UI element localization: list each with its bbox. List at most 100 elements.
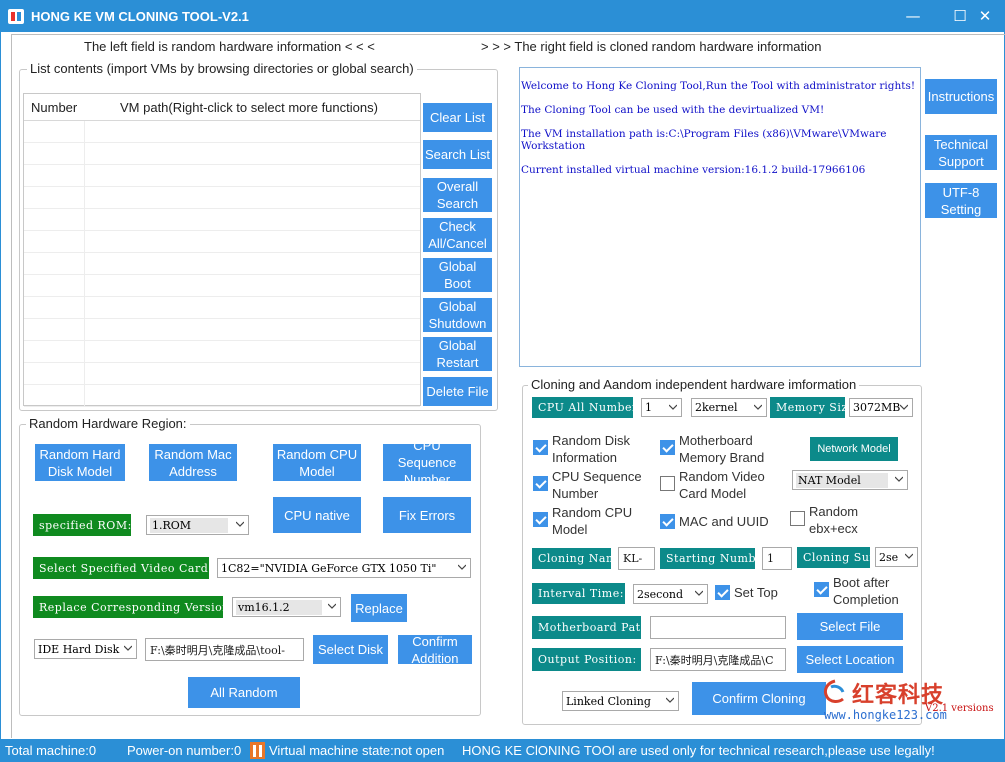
checkbox-unchecked-icon — [660, 476, 675, 491]
delete-file-button[interactable]: Delete File — [423, 377, 492, 406]
checkbox-label: Motherboard Memory Brand — [679, 433, 765, 465]
global-restart-button[interactable]: Global Restart — [423, 337, 492, 371]
clone-mode-select[interactable]: Linked Cloning — [562, 691, 679, 711]
video-card-select[interactable]: 1C82="NVIDIA GeForce GTX 1050 Ti" — [217, 558, 471, 578]
random-disk-info-checkbox[interactable]: Random Disk Information — [533, 432, 651, 466]
column-vm-path[interactable]: VM path(Right-click to select more funct… — [120, 100, 378, 115]
select-disk-button[interactable]: Select Disk — [313, 635, 388, 664]
cpu-sequence-checkbox[interactable]: CPU Sequence Number — [533, 468, 651, 502]
checkbox-label: Random CPU Model — [552, 505, 633, 537]
confirm-cloning-button[interactable]: Confirm Cloning — [692, 682, 826, 715]
vm-list-table[interactable]: Number VM path(Right-click to select mor… — [23, 93, 421, 407]
mac-uuid-checkbox[interactable]: MAC and UUID — [660, 513, 785, 530]
select-location-button[interactable]: Select Location — [797, 646, 903, 673]
power-on-status: Power-on number:0 — [127, 743, 242, 758]
motherboard-path-input[interactable] — [650, 616, 786, 639]
cloning-name-label: Cloning Name — [532, 548, 623, 569]
technical-support-button[interactable]: Technical Support — [925, 135, 997, 170]
kernel-select[interactable]: 2kernel — [691, 398, 767, 417]
utf8-setting-button[interactable]: UTF-8 Setting — [925, 183, 997, 218]
output-position-label: Output Position: — [532, 648, 641, 671]
column-number[interactable]: Number — [31, 100, 77, 115]
disk-type-select[interactable]: IDE Hard Disk — [34, 639, 137, 659]
chevron-down-icon — [900, 404, 908, 410]
cpu-count-value: 1 — [645, 401, 652, 414]
random-cpu-model-checkbox[interactable]: Random CPU Model — [533, 504, 651, 538]
right-field-note: > > > The right field is cloned random h… — [481, 39, 822, 54]
table-row — [24, 231, 420, 253]
set-top-checkbox[interactable]: Set Top — [715, 584, 795, 601]
disk-path-input[interactable]: F:\秦时明月\克隆成品\tool- — [145, 638, 304, 661]
table-row — [24, 341, 420, 363]
list-contents-label: List contents (import VMs by browsing di… — [27, 61, 417, 76]
overall-search-button[interactable]: Overall Search — [423, 178, 492, 212]
brand-watermark: 红客科技 www.hongke123.com V2.1 versions — [819, 677, 1005, 737]
check-all-cancel-button[interactable]: Check All/Cancel — [423, 218, 492, 252]
random-hard-disk-button[interactable]: Random Hard Disk Model — [35, 444, 125, 481]
cpu-sequence-button[interactable]: CPU Sequence Number — [383, 438, 471, 487]
cloning-sum-label: Cloning Sum — [797, 547, 880, 568]
clone-mode-value: Linked Cloning — [566, 694, 651, 708]
minimize-button[interactable]: — — [898, 5, 928, 27]
memory-select[interactable]: 3072MB — [849, 398, 913, 417]
version-note: V2.1 versions — [925, 703, 994, 714]
checkbox-checked-icon — [660, 514, 675, 529]
log-panel[interactable]: Welcome to Hong Ke Cloning Tool,Run the … — [519, 67, 921, 367]
random-ebx-ecx-checkbox[interactable]: Random ebx+ecx — [790, 503, 870, 537]
pause-icon — [250, 742, 265, 759]
cpu-count-select[interactable]: 1 — [641, 398, 682, 417]
random-video-card-checkbox[interactable]: Random Video Card Model — [660, 468, 778, 502]
checkbox-label: Random ebx+ecx — [809, 504, 859, 536]
table-row — [24, 121, 420, 143]
table-row — [24, 297, 420, 319]
motherboard-path-label: Motherboard Path: — [532, 616, 652, 639]
search-list-button[interactable]: Search List — [423, 140, 492, 169]
global-shutdown-button[interactable]: Global Shutdown — [423, 298, 492, 332]
replace-button[interactable]: Replace — [351, 594, 407, 622]
cloning-sum-value: 2se — [879, 550, 899, 564]
log-line: The VM installation path is:C:\Program F… — [521, 128, 887, 152]
chevron-down-icon — [895, 476, 903, 482]
network-model-button[interactable]: Network Model — [810, 437, 898, 461]
interval-value: 2second — [637, 587, 684, 601]
boot-after-completion-checkbox[interactable]: Boot after Completion — [814, 574, 914, 608]
close-button[interactable]: ✕ — [970, 5, 1000, 27]
checkbox-label: CPU Sequence Number — [552, 469, 642, 501]
checkbox-checked-icon — [533, 512, 548, 527]
confirm-addition-button[interactable]: Confirm Addition — [398, 634, 472, 666]
motherboard-memory-brand-checkbox[interactable]: Motherboard Memory Brand — [660, 432, 778, 466]
random-mac-button[interactable]: Random Mac Address — [149, 444, 237, 481]
interval-select[interactable]: 2second — [633, 584, 708, 604]
kernel-value: 2kernel — [695, 401, 738, 414]
version-select[interactable]: vm16.1.2 — [232, 597, 341, 617]
left-field-note: The left field is random hardware inform… — [84, 39, 375, 54]
clear-list-button[interactable]: Clear List — [423, 103, 492, 132]
checkbox-checked-icon — [715, 585, 730, 600]
starting-number-input[interactable]: 1 — [762, 547, 792, 570]
rom-select[interactable]: 1.ROM — [146, 515, 249, 535]
specified-rom-label: specified ROM: — [33, 514, 131, 536]
chevron-down-icon — [669, 404, 677, 410]
table-row — [24, 209, 420, 231]
instructions-button[interactable]: Instructions — [925, 79, 997, 114]
disk-type-value: IDE Hard Disk — [38, 642, 120, 656]
network-model-select[interactable]: NAT Model — [792, 470, 908, 490]
video-card-label: Select Specified Video Card: — [33, 557, 212, 579]
checkbox-label: Random Video Card Model — [679, 469, 765, 501]
global-boot-button[interactable]: Global Boot — [423, 258, 492, 292]
cloning-name-input[interactable]: KL- — [618, 547, 655, 570]
chevron-down-icon — [695, 590, 703, 596]
fix-errors-button[interactable]: Fix Errors — [383, 497, 471, 533]
all-random-button[interactable]: All Random — [188, 677, 300, 708]
checkbox-checked-icon — [660, 440, 675, 455]
checkbox-checked-icon — [814, 582, 829, 597]
legal-notice: HONG KE ClONING TOOl are used only for t… — [462, 743, 935, 758]
output-position-input[interactable]: F:\秦时明月\克隆成品\C — [650, 648, 786, 671]
app-logo-icon — [8, 9, 24, 24]
random-cpu-model-button[interactable]: Random CPU Model — [273, 444, 361, 481]
random-hardware-label: Random Hardware Region: — [26, 416, 190, 431]
select-file-button[interactable]: Select File — [797, 613, 903, 640]
cloning-sum-select[interactable]: 2se — [875, 547, 918, 567]
chevron-down-icon — [458, 564, 466, 570]
cpu-native-button[interactable]: CPU native — [273, 497, 361, 533]
